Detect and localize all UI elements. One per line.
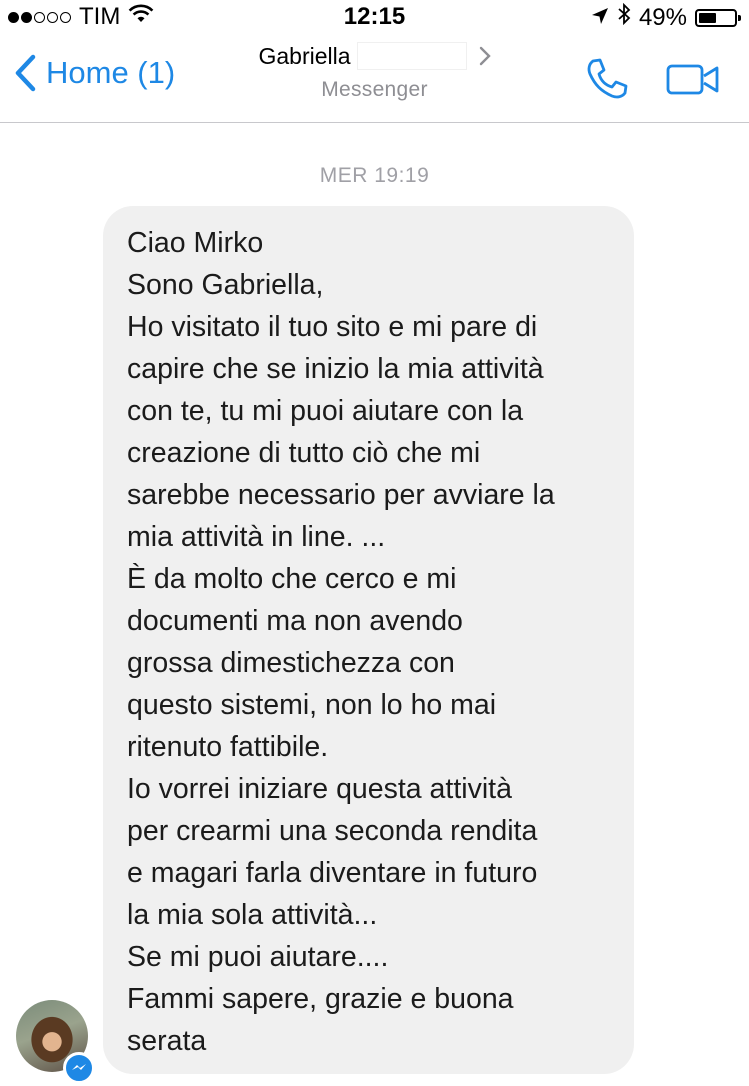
- contact-name: Gabriella: [258, 42, 351, 69]
- location-arrow-icon: [591, 4, 609, 32]
- message-line: Sono Gabriella,: [127, 269, 324, 301]
- bluetooth-icon: [617, 2, 631, 32]
- message-line: la mia sola attività...: [127, 899, 378, 931]
- message-line: È da molto che cerco e mi: [127, 563, 457, 595]
- conversation-subtitle: Messenger: [321, 78, 428, 101]
- message-line: e magari farla diventare in futuro: [127, 857, 538, 889]
- contact-name-row[interactable]: Gabriella: [258, 42, 491, 70]
- message-line: Io vorrei iniziare questa attività: [127, 773, 512, 805]
- battery-percent: 49%: [638, 3, 687, 31]
- redacted-surname: [356, 42, 467, 70]
- phone-icon: [587, 58, 628, 99]
- battery-level: [699, 12, 716, 23]
- message-line: Ho visitato il tuo sito e mi pare di: [127, 311, 538, 343]
- message-timestamp: MER 19:19: [319, 164, 430, 187]
- battery-icon: [695, 8, 741, 27]
- message-line: grossa dimestichezza con: [127, 647, 455, 679]
- message-line: sarebbe necessario per avviare la: [127, 479, 555, 511]
- message-line: capire che se inizio la mia attività: [127, 353, 544, 385]
- message-bubble[interactable]: Ciao Mirko Sono Gabriella, Ho visitato il …: [103, 206, 634, 1074]
- chevron-right-icon: [479, 46, 491, 66]
- phone-call-button[interactable]: [584, 56, 630, 107]
- video-call-button[interactable]: [666, 63, 720, 102]
- message-line: creazione di tutto ciò che mi: [127, 437, 481, 469]
- status-bar: TIM 12:15 49%: [0, 0, 749, 34]
- message-line: con te, tu mi puoi aiutare con la: [127, 395, 524, 427]
- messenger-badge-icon: [63, 1052, 95, 1084]
- message-line: Se mi puoi aiutare....: [127, 941, 389, 973]
- message-line: serata: [127, 1025, 207, 1057]
- message-line: ritenuto fattibile.: [127, 731, 329, 763]
- video-camera-icon: [666, 64, 719, 95]
- conversation-title[interactable]: Gabriella Messenger: [0, 42, 749, 102]
- navigation-bar: Home (1) Gabriella Messenger: [0, 34, 749, 123]
- message-line: questo sistemi, non lo ho mai: [127, 689, 497, 721]
- message-line: per crearmi una seconda rendita: [127, 815, 538, 847]
- message-line: Ciao Mirko: [127, 227, 264, 259]
- status-bar-right: 49%: [591, 2, 741, 32]
- message-line: Fammi sapere, grazie e buona: [127, 983, 514, 1015]
- message-line: documenti ma non avendo: [127, 605, 463, 637]
- message-line: mia attività in line. ...: [127, 521, 386, 553]
- battery-tip: [738, 14, 741, 21]
